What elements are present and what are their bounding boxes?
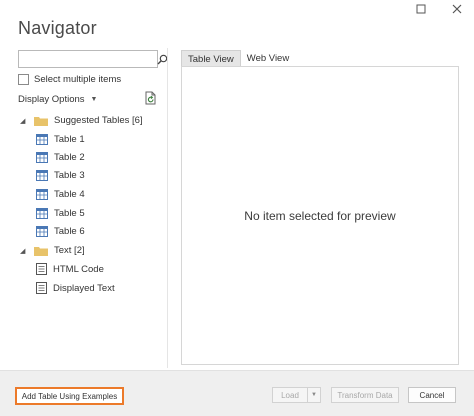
document-icon bbox=[36, 282, 47, 294]
tree-item-table-2[interactable]: Table 2 bbox=[36, 152, 85, 163]
table-icon bbox=[36, 170, 48, 181]
cancel-button[interactable]: Cancel bbox=[408, 387, 456, 403]
search-box[interactable] bbox=[18, 50, 168, 68]
refresh-icon bbox=[145, 91, 156, 105]
tree-item-label: Table 1 bbox=[54, 134, 85, 145]
tree-group-text[interactable]: ◢ Text [2] bbox=[20, 245, 85, 256]
select-multiple-checkbox[interactable]: Select multiple items bbox=[18, 74, 121, 85]
caret-down-icon: ▼ bbox=[90, 96, 98, 103]
chevron-down-icon[interactable]: ▼ bbox=[307, 388, 320, 402]
close-button[interactable] bbox=[450, 2, 464, 16]
page-title: Navigator bbox=[18, 18, 97, 38]
transform-data-button[interactable]: Transform Data bbox=[331, 387, 399, 403]
tree-item-label: Displayed Text bbox=[53, 282, 115, 294]
display-options-label: Display Options bbox=[18, 94, 85, 105]
load-button[interactable]: Load bbox=[273, 391, 307, 400]
tree-item-table-5[interactable]: Table 5 bbox=[36, 208, 85, 219]
maximize-icon bbox=[416, 4, 426, 14]
empty-preview-message: No item selected for preview bbox=[244, 208, 396, 223]
load-split-button[interactable]: Load ▼ bbox=[272, 387, 321, 403]
table-icon bbox=[36, 208, 48, 219]
checkbox[interactable] bbox=[18, 74, 29, 85]
refresh-button[interactable] bbox=[143, 91, 157, 105]
table-icon bbox=[36, 189, 48, 200]
search-input[interactable] bbox=[19, 52, 157, 66]
tree-item-displayed-text[interactable]: Displayed Text bbox=[36, 282, 115, 294]
window-controls bbox=[414, 2, 464, 16]
table-icon bbox=[36, 134, 48, 145]
add-table-using-examples-button[interactable]: Add Table Using Examples bbox=[15, 387, 124, 405]
table-icon bbox=[36, 226, 48, 237]
tree-item-label: Table 3 bbox=[54, 170, 85, 181]
preview-pane: No item selected for preview bbox=[181, 66, 459, 365]
tree-item-label: HTML Code bbox=[53, 263, 104, 275]
expanded-triangle-icon[interactable]: ◢ bbox=[20, 247, 28, 255]
tree-item-label: Table 6 bbox=[54, 226, 85, 237]
document-icon bbox=[36, 263, 47, 275]
close-icon bbox=[452, 4, 462, 14]
tree-item-table-6[interactable]: Table 6 bbox=[36, 226, 85, 237]
tree-item-label: Table 2 bbox=[54, 152, 85, 163]
tree-item-html-code[interactable]: HTML Code bbox=[36, 263, 104, 275]
footer-bar: Add Table Using Examples Load ▼ Transfor… bbox=[0, 370, 474, 416]
maximize-button[interactable] bbox=[414, 2, 428, 16]
tree-group-suggested-tables[interactable]: ◢ Suggested Tables [6] bbox=[20, 115, 143, 126]
pane-divider[interactable] bbox=[167, 48, 168, 368]
tree-item-table-3[interactable]: Table 3 bbox=[36, 170, 85, 181]
tree-item-label: Table 4 bbox=[54, 189, 85, 200]
expanded-triangle-icon[interactable]: ◢ bbox=[20, 117, 28, 125]
tree-item-table-4[interactable]: Table 4 bbox=[36, 189, 85, 200]
tree-item-label: Table 5 bbox=[54, 208, 85, 219]
tab-web-view[interactable]: Web View bbox=[241, 50, 295, 67]
tree-group-label: Text [2] bbox=[54, 245, 85, 256]
tree-group-label: Suggested Tables [6] bbox=[54, 115, 143, 126]
display-options-dropdown[interactable]: Display Options ▼ bbox=[18, 94, 97, 105]
folder-icon bbox=[34, 116, 48, 126]
select-multiple-label: Select multiple items bbox=[34, 74, 122, 85]
tree-item-table-1[interactable]: Table 1 bbox=[36, 134, 85, 145]
table-icon bbox=[36, 152, 48, 163]
folder-icon bbox=[34, 246, 48, 256]
